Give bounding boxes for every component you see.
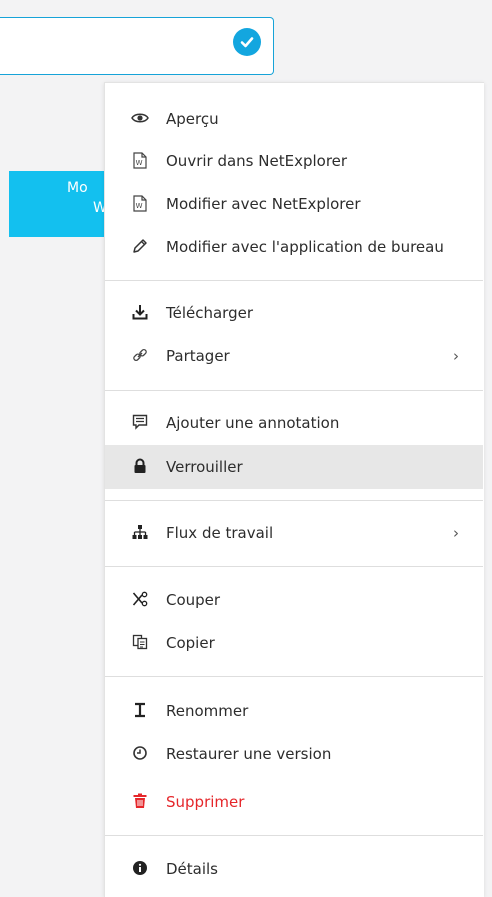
selected-check-icon[interactable] — [233, 28, 261, 56]
menu-item-add-annotation[interactable]: Ajouter une annotation — [105, 401, 483, 445]
menu-divider — [105, 676, 483, 677]
menu-item-open-netexplorer[interactable]: W Ouvrir dans NetExplorer — [105, 139, 483, 183]
menu-item-label: Supprimer — [166, 793, 245, 811]
file-name-banner: Mo W — [9, 171, 109, 237]
menu-item-cut[interactable]: Couper — [105, 578, 483, 622]
context-menu: Aperçu W Ouvrir dans NetExplorer W Modif… — [104, 82, 484, 897]
word-doc-icon: W — [131, 151, 149, 169]
menu-item-label: Ajouter une annotation — [166, 414, 340, 432]
menu-item-label: Modifier avec l'application de bureau — [166, 238, 444, 256]
menu-item-label: Flux de travail — [166, 524, 274, 542]
file-card[interactable] — [0, 17, 274, 75]
menu-item-label: Partager — [166, 347, 230, 365]
link-icon — [131, 346, 149, 364]
scissors-icon — [131, 590, 149, 608]
menu-item-copy[interactable]: Copier — [105, 621, 483, 665]
menu-item-label: Restaurer une version — [166, 745, 332, 763]
banner-text-line-1: Mo — [67, 180, 88, 196]
lock-icon — [131, 457, 149, 475]
pencil-icon — [131, 237, 149, 255]
menu-item-label: Ouvrir dans NetExplorer — [166, 152, 348, 170]
clock-icon — [131, 744, 149, 762]
info-icon — [131, 859, 149, 877]
comment-icon — [131, 413, 149, 431]
menu-item-details[interactable]: Détails — [105, 847, 483, 891]
word-doc-icon: W — [131, 194, 149, 212]
menu-item-restore-version[interactable]: Restaurer une version — [105, 732, 483, 776]
menu-item-label: Détails — [166, 860, 219, 878]
menu-item-label: Couper — [166, 591, 221, 609]
menu-item-delete[interactable]: Supprimer — [105, 780, 483, 824]
menu-item-workflow[interactable]: Flux de travail › — [105, 511, 483, 555]
menu-item-label: Télécharger — [166, 304, 254, 322]
menu-divider — [105, 390, 483, 391]
menu-item-edit-desktop[interactable]: Modifier avec l'application de bureau — [105, 225, 483, 269]
menu-divider — [105, 566, 483, 567]
menu-divider — [105, 500, 483, 501]
sitemap-icon — [131, 523, 149, 541]
menu-item-label: Renommer — [166, 702, 249, 720]
menu-item-label: Verrouiller — [166, 458, 243, 476]
menu-item-apercu[interactable]: Aperçu — [105, 97, 483, 141]
menu-item-download[interactable]: Télécharger — [105, 291, 483, 335]
text-cursor-icon — [131, 701, 149, 719]
trash-icon — [131, 792, 149, 810]
menu-item-label: Modifier avec NetExplorer — [166, 195, 361, 213]
menu-item-share[interactable]: Partager › — [105, 334, 483, 378]
menu-divider — [105, 280, 483, 281]
svg-text:W: W — [136, 159, 143, 167]
menu-item-label: Aperçu — [166, 110, 219, 128]
copy-icon — [131, 633, 149, 651]
menu-divider — [105, 835, 483, 836]
menu-item-lock[interactable]: Verrouiller — [105, 445, 483, 489]
chevron-right-icon: › — [453, 347, 459, 365]
download-icon — [131, 303, 149, 321]
svg-text:W: W — [136, 202, 143, 210]
eye-icon — [131, 109, 149, 127]
chevron-right-icon: › — [453, 524, 459, 542]
menu-item-edit-netexplorer[interactable]: W Modifier avec NetExplorer — [105, 182, 483, 226]
menu-item-rename[interactable]: Renommer — [105, 689, 483, 733]
menu-item-label: Copier — [166, 634, 215, 652]
